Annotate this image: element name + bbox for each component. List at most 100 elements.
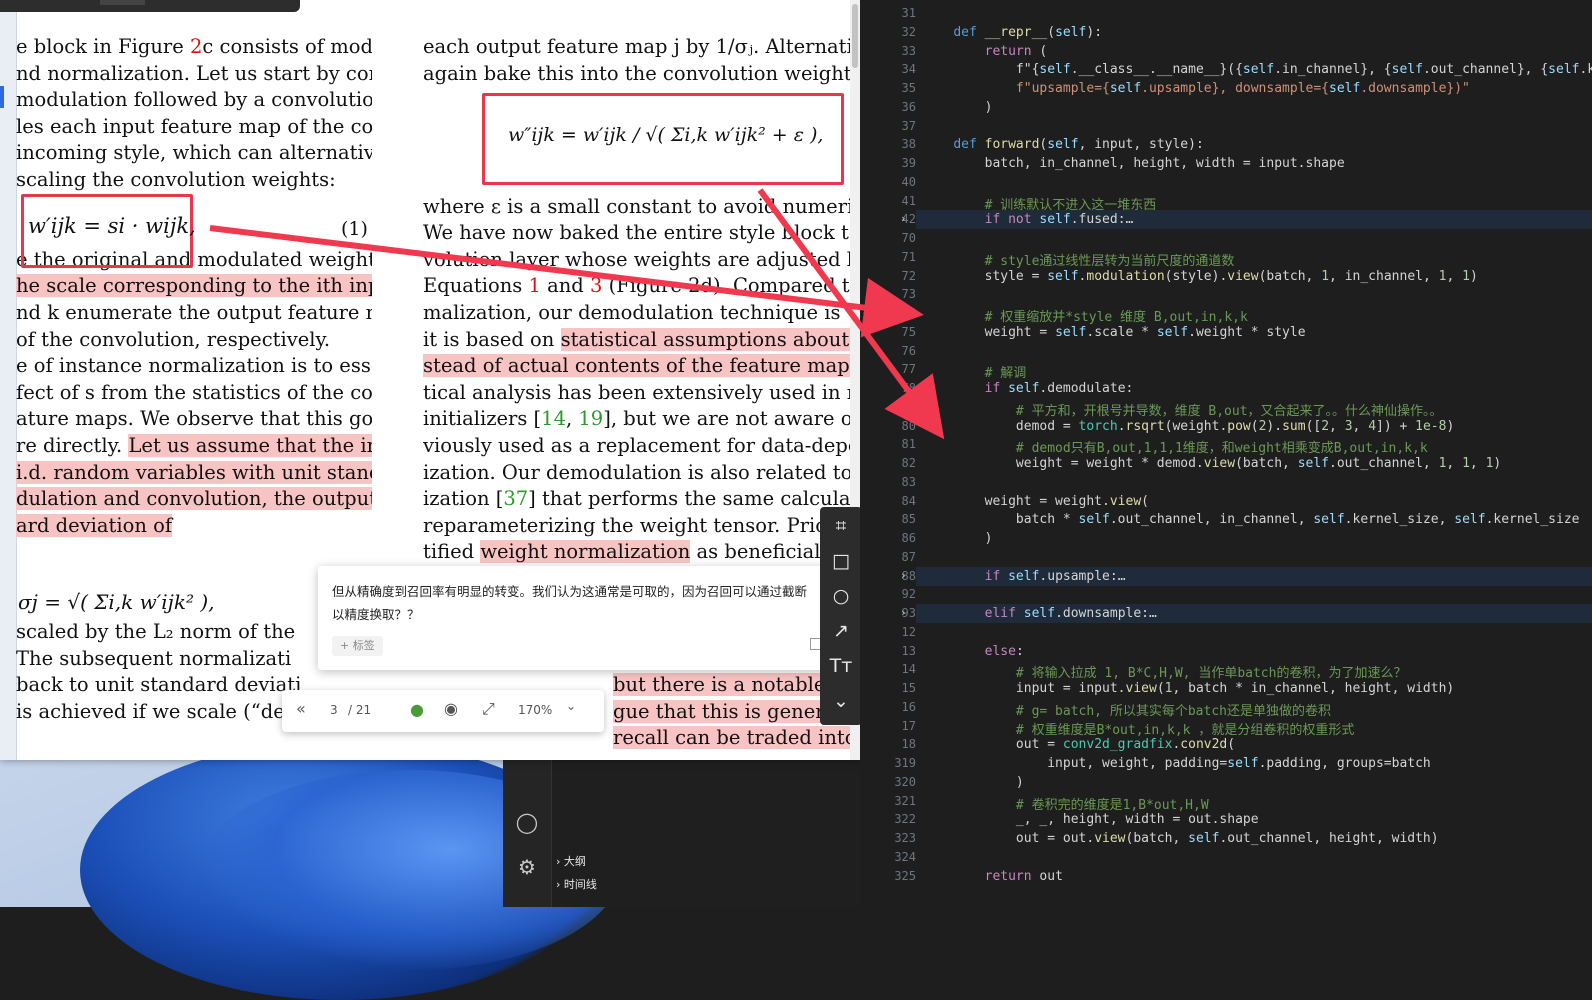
code-line[interactable]: # g= batch, 所以其实每个batch还是单独做的卷积 xyxy=(922,700,1331,719)
code-line[interactable]: ) xyxy=(922,531,993,546)
code-line[interactable]: def __repr__(self): xyxy=(922,25,1102,40)
pdf-text-line: volution layer whose weights are adjuste… xyxy=(423,247,850,271)
active-marker xyxy=(0,86,4,108)
line-number: 321 xyxy=(894,793,916,808)
code-line[interactable]: elif self.downsample:… xyxy=(922,606,1157,621)
line-number: 40 xyxy=(901,174,916,189)
code-line[interactable]: f"{self.__class__.__name__}({self.in_cha… xyxy=(922,62,1592,77)
code-line[interactable]: if self.demodulate: xyxy=(922,381,1134,396)
code-line[interactable]: # 解调 xyxy=(922,362,1027,381)
code-line[interactable]: # 权重缩放并*style 维度 B,out,in,k,k xyxy=(922,306,1248,325)
code-line[interactable]: input, weight, padding=self.padding, gro… xyxy=(922,756,1431,771)
code-line[interactable]: else: xyxy=(922,644,1024,659)
line-number: 73 xyxy=(901,287,916,302)
pdf-text-line: fect of s from the statistics of the con… xyxy=(16,380,372,404)
code-line[interactable]: _, _, height, width = out.shape xyxy=(922,812,1259,827)
eye-icon[interactable]: ◉ xyxy=(444,699,458,718)
code-line[interactable]: ) xyxy=(922,775,1024,790)
line-number: 75 xyxy=(901,324,916,339)
page-number-input[interactable]: 3 xyxy=(330,703,338,717)
code-line[interactable]: if self.upsample:… xyxy=(922,569,1126,584)
pdf-text-line: reparameterizing the weight tensor. Prio… xyxy=(423,513,837,537)
code-line[interactable]: out = out.view(batch, self.out_channel, … xyxy=(922,831,1439,846)
code-line[interactable]: # demod只有B,out,1,1,1维度，和weight相乘变成B,out,… xyxy=(922,437,1428,456)
line-number: 87 xyxy=(901,549,916,564)
code-line[interactable]: weight = weight * demod.view(batch, self… xyxy=(922,456,1501,471)
pdf-text-line: again bake this into the convolution wei… xyxy=(423,61,850,85)
circle-icon[interactable]: ○ xyxy=(828,583,854,609)
outline-item-timeline[interactable]: › 时间线 xyxy=(556,876,597,892)
code-line[interactable]: return out xyxy=(922,869,1063,884)
code-line[interactable]: f"upsample={self.upsample}, downsample={… xyxy=(922,81,1470,96)
code-line[interactable]: demod = torch.rsqrt(weight.pow(2).sum([2… xyxy=(922,419,1454,434)
line-number: 17 xyxy=(901,718,916,733)
code-line[interactable]: input = input.view(1, batch * in_channel… xyxy=(922,681,1454,696)
pdf-text-line: tical analysis has been extensively used… xyxy=(423,380,850,404)
equation-ref-link[interactable]: 1 xyxy=(528,274,540,297)
code-line[interactable]: # 权重维度是B*out,in,k,k ，就是分组卷积的权重形式 xyxy=(922,719,1354,738)
equation-ref-link[interactable]: 3 xyxy=(590,274,602,297)
code-line[interactable]: # 卷积完的维度是1,B*out,H,W xyxy=(922,794,1209,813)
line-number: 71 xyxy=(901,249,916,264)
fit-screen-icon[interactable]: ⤢ xyxy=(482,699,495,719)
pdf-text-line: i.d. random variables with unit standard xyxy=(16,460,372,487)
line-number: 81 xyxy=(901,437,916,452)
crop-icon[interactable]: ⌗ xyxy=(828,513,854,539)
citation-link[interactable]: 14 xyxy=(541,407,566,430)
figure-ref-link[interactable]: 2 xyxy=(190,35,202,58)
code-line[interactable]: ) xyxy=(922,100,993,115)
line-number: 33 xyxy=(901,43,916,58)
pdf-text-line: he scale corresponding to the ith input xyxy=(16,273,372,300)
code-line[interactable]: style = self.modulation(style).view(batc… xyxy=(922,269,1478,284)
line-number: 70 xyxy=(901,231,916,245)
chevron-right-icon: › xyxy=(556,855,561,868)
code-line[interactable]: batch * self.out_channel, in_channel, se… xyxy=(922,512,1580,527)
outline-item-outline[interactable]: › 大纲 xyxy=(556,853,586,869)
pdf-scroll-thumb[interactable] xyxy=(852,4,858,68)
zoom-level[interactable]: 170% xyxy=(518,703,552,717)
expand-more-icon[interactable]: ⌄ xyxy=(828,688,854,714)
code-line[interactable]: out = conv2d_gradfix.conv2d( xyxy=(922,737,1235,752)
code-editor[interactable]: 31 32 33 34 35 36 37 38 39 40 41 42 70 71 72 73 74 75 76 77… xyxy=(860,0,1592,907)
add-tag-button[interactable]: + 标签 xyxy=(332,636,383,656)
pdf-text-line: scaling the convolution weights: xyxy=(16,167,336,191)
code-line[interactable]: # style通过线性层转为当前尺度的通道数 xyxy=(922,250,1235,269)
line-number: 14 xyxy=(901,662,916,677)
page-total: / 21 xyxy=(348,703,372,717)
code-line[interactable]: if not self.fused:… xyxy=(922,212,1134,227)
chevron-right-icon: › xyxy=(556,878,561,891)
code-line[interactable]: batch, in_channel, height, width = input… xyxy=(922,156,1345,171)
comment-text[interactable]: 但从精确度到召回率有明显的转变。我们认为这通常是可取的，因为召回可以通过截断以精… xyxy=(332,580,812,626)
code-line[interactable]: weight = self.scale * self.weight * styl… xyxy=(922,325,1306,340)
line-number: 32 xyxy=(901,24,916,39)
fold-chevron-icon[interactable]: › xyxy=(900,569,907,582)
code-line[interactable]: # 平方和，开根号并导数，维度 B,out，又合起来了。。什么神仙操作。。 xyxy=(922,400,1443,419)
annotation-comment-popup[interactable]: 但从精确度到召回率有明显的转变。我们认为这通常是可取的，因为召回可以通过截断以精… xyxy=(318,566,828,670)
screenshot-tools-bar: ⌗ □ ○ ↗ Tт ⌄ xyxy=(820,507,862,725)
line-number: 83 xyxy=(901,474,916,489)
prev-page-button[interactable]: « xyxy=(296,699,306,718)
square-icon[interactable]: □ xyxy=(828,548,854,574)
pdf-text-line: stead of actual contents of the feature … xyxy=(423,353,850,380)
pdf-titlebar-tab[interactable] xyxy=(100,0,145,5)
citation-link[interactable]: 19 xyxy=(578,407,603,430)
text-icon[interactable]: Tт xyxy=(828,653,854,679)
zoom-dropdown-chevron-icon[interactable]: ⌄ xyxy=(566,699,576,713)
code-line[interactable]: weight = weight.view( xyxy=(922,494,1149,509)
pdf-titlebar[interactable] xyxy=(0,0,300,12)
fold-chevron-icon[interactable]: › xyxy=(900,606,907,619)
color-palette-icon[interactable]: ● xyxy=(410,700,424,719)
code-line[interactable]: # 将输入拉成 1, B*C,H,W, 当作单batch的卷积，为了加速么？ xyxy=(922,662,1407,681)
pdf-side-strip[interactable] xyxy=(0,12,17,760)
pdf-text-line: initializers [14, 19], but we are not aw… xyxy=(423,407,850,431)
account-icon[interactable]: ◯ xyxy=(515,810,539,834)
citation-link[interactable]: 37 xyxy=(503,487,528,510)
line-number: 82 xyxy=(901,456,916,470)
code-line[interactable]: def forward(self, input, style): xyxy=(922,137,1203,152)
line-number: 80 xyxy=(901,418,916,433)
code-line[interactable]: return ( xyxy=(922,44,1048,59)
fold-chevron-icon[interactable]: › xyxy=(900,212,907,225)
line-number: 13 xyxy=(901,643,916,658)
arrow-icon[interactable]: ↗ xyxy=(828,618,854,644)
settings-gear-icon[interactable]: ⚙ xyxy=(515,855,539,879)
